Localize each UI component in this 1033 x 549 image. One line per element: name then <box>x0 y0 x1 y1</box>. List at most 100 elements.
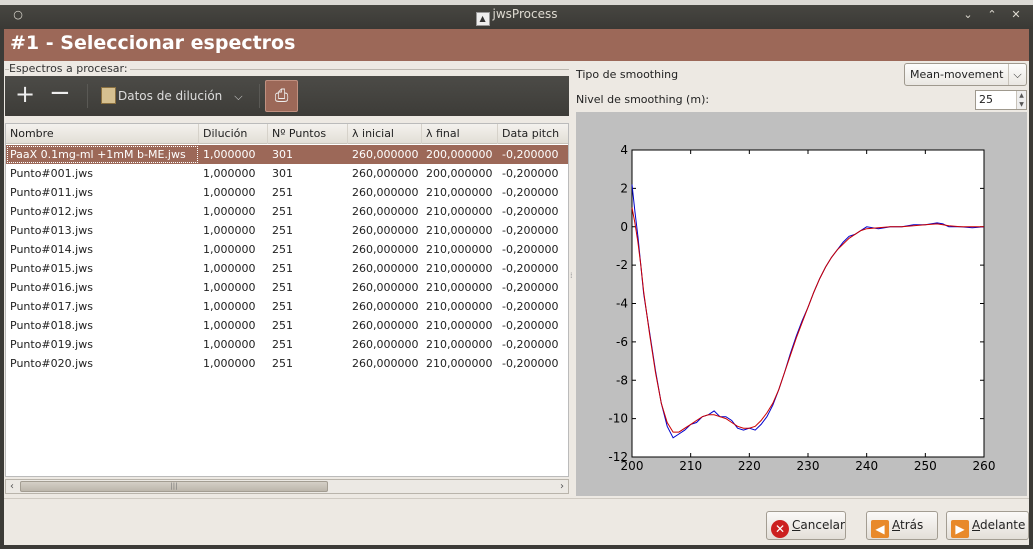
minimize-icon[interactable]: ⌄ <box>961 8 975 22</box>
table-cell: 260,000000 <box>352 262 419 275</box>
table-row[interactable]: Punto#020.jws 1,000000 251 260,000000 210,00… <box>6 354 568 373</box>
table-cell: 200,000000 <box>426 167 493 180</box>
table-cell: PaaX 0.1mg-ml +1mM b-ME.jws <box>6 145 199 164</box>
scroll-left-icon[interactable]: ‹ <box>6 480 18 493</box>
dilution-data-button[interactable]: Datos de dilución ⌵ <box>101 83 251 109</box>
x-tick-label: 230 <box>797 459 820 473</box>
clipboard-icon <box>101 87 116 104</box>
table-row[interactable]: Punto#001.jws 1,000000 301 260,000000 200,00… <box>6 164 568 183</box>
table-cell: 260,000000 <box>352 357 419 370</box>
window-title: ▲ jwsProcess <box>0 7 1033 26</box>
table-cell: Punto#011.jws <box>10 186 93 199</box>
table-cell: Punto#013.jws <box>10 224 93 237</box>
table-cell: 1,000000 <box>203 243 256 256</box>
table-cell: 210,000000 <box>426 338 493 351</box>
table-cell: 210,000000 <box>426 243 493 256</box>
table-cell: Punto#012.jws <box>10 205 93 218</box>
column-header-lambda-final[interactable]: λ final <box>422 124 498 144</box>
table-row[interactable]: Punto#017.jws 1,000000 251 260,000000 210,00… <box>6 297 568 316</box>
column-header-dilucion[interactable]: Dilución <box>199 124 268 144</box>
spectra-panel: Espectros a procesar: + − Datos de diluc… <box>4 61 570 498</box>
table-row[interactable]: Punto#013.jws 1,000000 251 260,000000 210,00… <box>6 221 568 240</box>
chevron-down-icon: ⌵ <box>234 90 243 103</box>
plot-area <box>631 149 985 458</box>
table-cell: Punto#015.jws <box>10 262 93 275</box>
table-cell: 210,000000 <box>426 300 493 313</box>
table-cell: -0,200000 <box>502 205 559 218</box>
column-header-nombre[interactable]: Nombre <box>6 124 199 144</box>
smoothing-level-label: Nivel de smoothing (m): <box>576 93 710 106</box>
table-row[interactable]: Punto#016.jws 1,000000 251 260,000000 210,00… <box>6 278 568 297</box>
column-header-npuntos[interactable]: Nº Puntos <box>268 124 348 144</box>
smoothing-type-label: Tipo de smoothing <box>576 68 679 81</box>
column-header-lambda-inicial[interactable]: λ inicial <box>348 124 422 144</box>
table-row[interactable]: Punto#012.jws 1,000000 251 260,000000 210,00… <box>6 202 568 221</box>
table-cell: 251 <box>272 338 293 351</box>
y-tick-label: -6 <box>616 335 628 349</box>
spectrum-chart-svg: 200 210 220 230 240 250 260420-2-4-6-8-10-12 <box>608 143 996 473</box>
y-tick-label: 0 <box>620 220 628 234</box>
table-cell: Punto#020.jws <box>10 357 93 370</box>
table-cell: 251 <box>272 262 293 275</box>
table-cell: 1,000000 <box>203 186 256 199</box>
table-cell: 210,000000 <box>426 186 493 199</box>
back-label: trás <box>900 518 924 532</box>
maximize-icon[interactable]: ⌃ <box>985 8 999 22</box>
table-cell: 210,000000 <box>426 281 493 294</box>
table-header: Nombre Dilución Nº Puntos λ inicial λ fi… <box>6 124 568 144</box>
page-title: #1 - Seleccionar espectros <box>10 32 296 54</box>
table-cell: -0,200000 <box>502 243 559 256</box>
table-cell: -0,200000 <box>502 167 559 180</box>
table-cell: 210,000000 <box>426 262 493 275</box>
smoothing-type-value: Mean-movement <box>910 68 1004 81</box>
next-button[interactable]: ▶ Adelante <box>946 511 1029 540</box>
table-row[interactable]: Punto#015.jws 1,000000 251 260,000000 210,00… <box>6 259 568 278</box>
spectra-toolbar: + − Datos de dilución ⌵ ⎙ <box>5 76 569 116</box>
spectra-table: Nombre Dilución Nº Puntos λ inicial λ fi… <box>5 123 569 477</box>
column-header-data-pitch[interactable]: Data pitch <box>498 124 568 144</box>
back-button[interactable]: ◀ Atrás <box>866 511 938 540</box>
arrow-left-icon: ◀ <box>871 520 889 538</box>
table-cell: -0,200000 <box>502 338 559 351</box>
scroll-right-icon[interactable]: › <box>556 480 568 493</box>
table-cell: 251 <box>272 319 293 332</box>
y-tick-label: -10 <box>608 412 628 426</box>
x-tick-label: 260 <box>973 459 996 473</box>
toolbar-separator <box>259 84 260 108</box>
remove-spectrum-button[interactable]: − <box>49 80 71 109</box>
table-row[interactable]: PaaX 0.1mg-ml +1mM b-ME.jws 1,000000 301 26… <box>6 145 568 164</box>
add-spectrum-button[interactable]: + <box>15 82 37 109</box>
table-cell: 251 <box>272 357 293 370</box>
table-cell: Punto#014.jws <box>10 243 93 256</box>
spectrum-plot: 200 210 220 230 240 250 260 4 2 0 -2 -4 -6 -8 -10 -12 <box>576 112 1027 496</box>
scrollbar-thumb[interactable]: ||| <box>20 481 328 492</box>
table-cell: 1,000000 <box>203 300 256 313</box>
close-icon[interactable]: ✕ <box>1009 8 1023 22</box>
table-row[interactable]: Punto#011.jws 1,000000 251 260,000000 210,00… <box>6 183 568 202</box>
printer-icon: ⎙ <box>274 86 289 106</box>
horizontal-scrollbar[interactable]: ‹ ||| › <box>5 479 569 494</box>
table-cell: -0,200000 <box>502 148 559 161</box>
top-desktop-strip <box>0 0 1033 5</box>
table-row[interactable]: Punto#018.jws 1,000000 251 260,000000 210,00… <box>6 316 568 335</box>
cancel-button[interactable]: ✕ Cancelar <box>766 511 846 540</box>
table-cell: 260,000000 <box>352 167 419 180</box>
smoothing-level-spinner[interactable]: 25 ▲ ▼ <box>975 90 1027 110</box>
spinner-arrows-icon[interactable]: ▲ ▼ <box>1016 91 1026 109</box>
table-row[interactable]: Punto#014.jws 1,000000 251 260,000000 210,00… <box>6 240 568 259</box>
table-cell: 1,000000 <box>203 167 256 180</box>
app-icon: ▲ <box>475 12 490 26</box>
table-cell: 251 <box>272 300 293 313</box>
y-tick-label: 2 <box>620 181 628 195</box>
table-row[interactable]: Punto#019.jws 1,000000 251 260,000000 210,00… <box>6 335 568 354</box>
main-content: Espectros a procesar: + − Datos de diluc… <box>4 61 1029 498</box>
smoothing-type-select[interactable]: Mean-movement ⌵ <box>904 63 1027 86</box>
print-button[interactable]: ⎙ <box>265 80 298 112</box>
x-tick-label: 240 <box>855 459 878 473</box>
table-cell: 210,000000 <box>426 357 493 370</box>
cancel-label: ancelar <box>800 518 845 532</box>
table-cell: 260,000000 <box>352 205 419 218</box>
window-title-text: jwsProcess <box>492 7 558 21</box>
table-cell: 1,000000 <box>203 338 256 351</box>
table-cell: 260,000000 <box>352 300 419 313</box>
